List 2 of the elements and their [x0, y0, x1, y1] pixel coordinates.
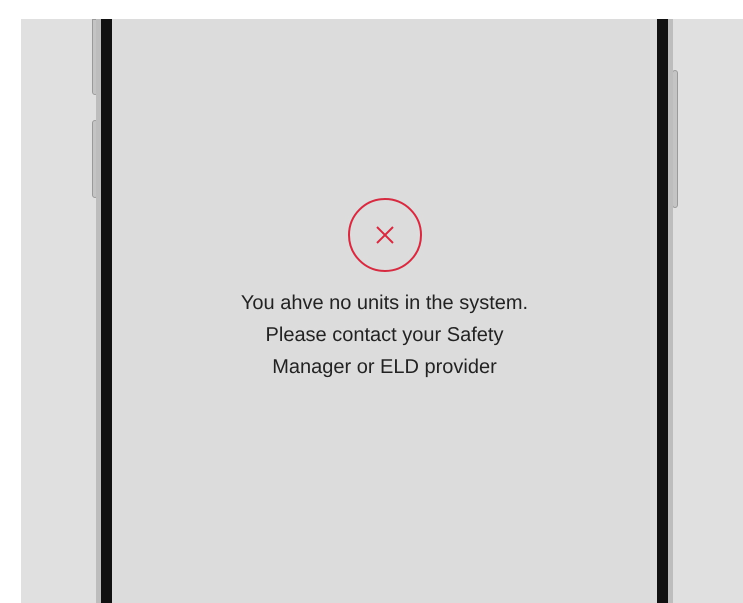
error-message: You ahve no units in the system. Please contact your Safety Manager or ELD provider [240, 291, 528, 380]
error-icon [346, 197, 422, 273]
